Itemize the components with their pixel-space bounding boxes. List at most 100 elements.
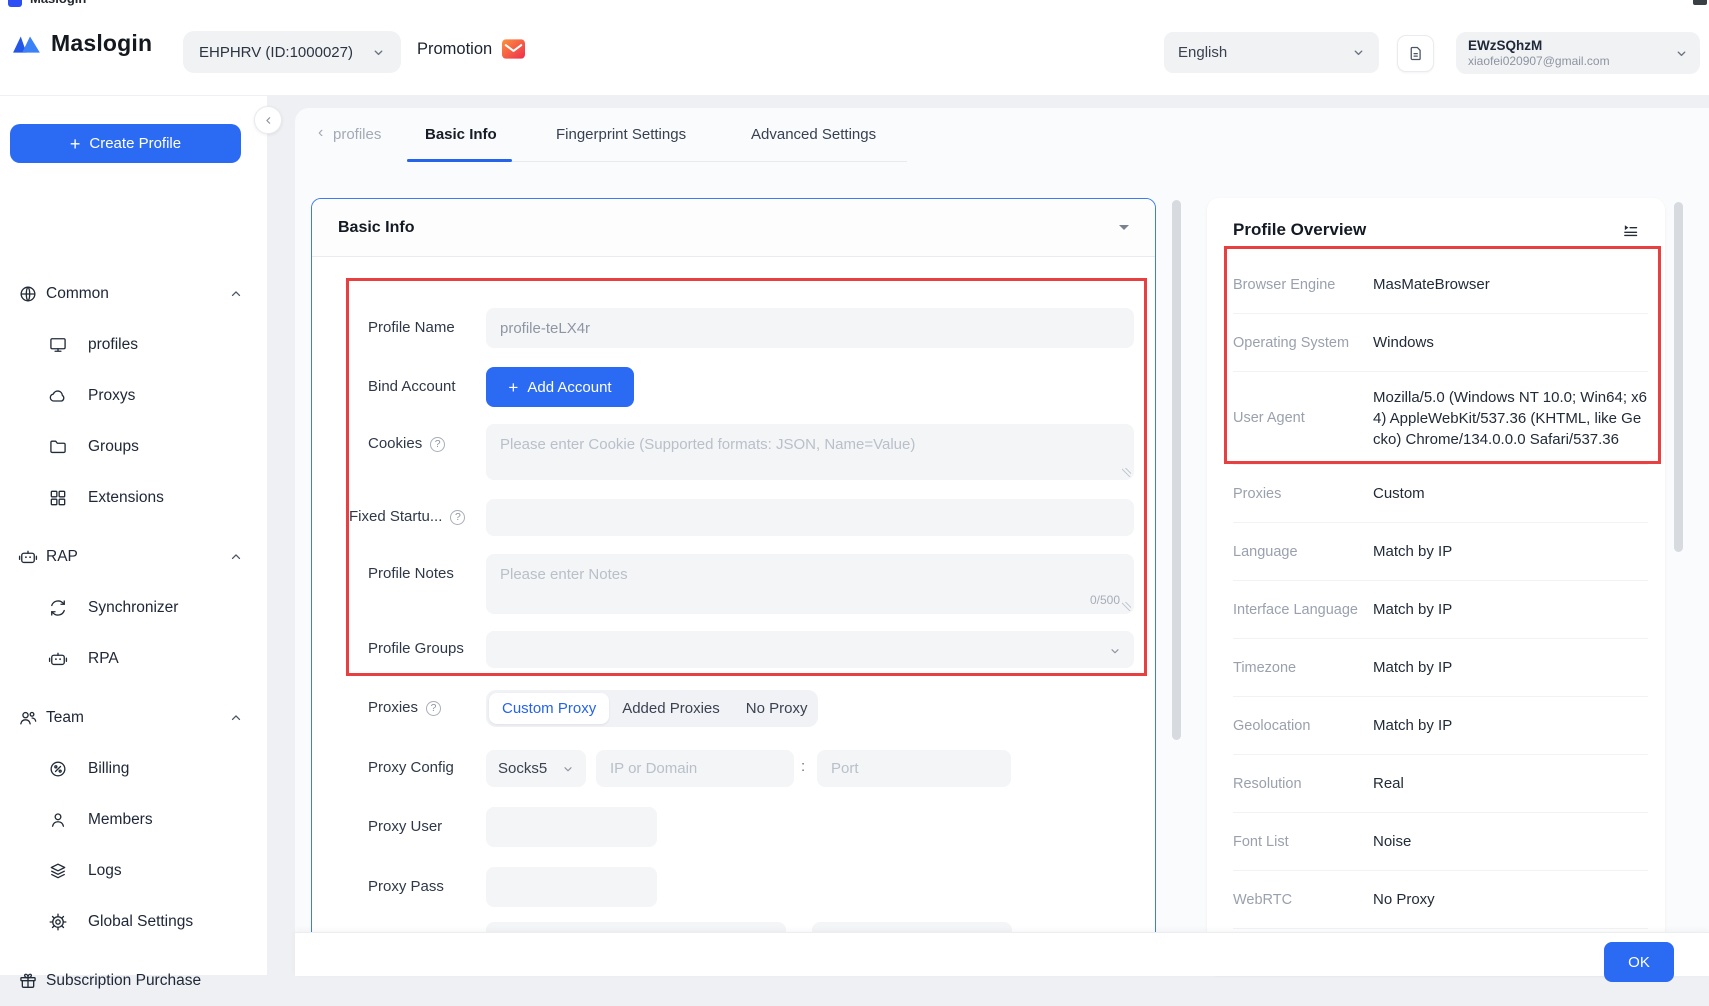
overview-row: Interface LanguageMatch by IP xyxy=(1233,581,1648,639)
document-button[interactable] xyxy=(1397,35,1434,72)
help-icon[interactable]: ? xyxy=(430,437,445,452)
fixed-startup-label: Fixed Startu...? xyxy=(349,507,465,527)
sidebar-item-global-settings[interactable]: Global Settings xyxy=(0,896,267,947)
panel-options-icon[interactable] xyxy=(1622,222,1639,239)
proxy-pass-label: Proxy Pass xyxy=(368,877,444,897)
sidebar-item-label: Members xyxy=(88,811,243,829)
window-titlebar: Maslogin xyxy=(0,0,1709,8)
sidebar-item-label: Extensions xyxy=(88,489,243,507)
proxy-port-field[interactable] xyxy=(817,750,1011,787)
language-selector[interactable]: English xyxy=(1164,32,1379,73)
create-profile-button[interactable]: + Create Profile xyxy=(10,124,241,163)
profile-overview-title: Profile Overview xyxy=(1233,220,1366,240)
sidebar-item-proxys[interactable]: Proxys xyxy=(0,370,267,421)
sidebar-section-team[interactable]: Team xyxy=(0,692,267,743)
overview-row: ResolutionReal xyxy=(1233,755,1648,813)
chevron-left-icon xyxy=(263,115,274,126)
sidebar-collapse-button[interactable] xyxy=(254,106,282,134)
promotion-envelope-icon xyxy=(502,39,525,59)
sidebar-item-label: Billing xyxy=(88,760,243,778)
workspace-selector[interactable]: EHPHRV (ID:1000027) xyxy=(183,31,401,73)
cookies-field[interactable] xyxy=(486,424,1134,480)
overview-row: User AgentMozilla/5.0 (Windows NT 10.0; … xyxy=(1233,372,1648,465)
sidebar-item-synchronizer[interactable]: Synchronizer xyxy=(0,582,267,633)
sidebar-item-subscription-purchase[interactable]: Subscription Purchase xyxy=(0,955,267,1006)
overview-row-value: Windows xyxy=(1373,332,1648,353)
overview-row: Browser EngineMasMateBrowser xyxy=(1233,256,1648,314)
language-label: English xyxy=(1178,44,1227,61)
chevron-down-icon xyxy=(1109,645,1121,657)
sidebar-item-extensions[interactable]: Extensions xyxy=(0,472,267,523)
profile-name-input[interactable] xyxy=(486,308,1134,348)
user-account-menu[interactable]: EWzSQhzM xiaofei020907@gmail.com xyxy=(1456,32,1700,74)
menu-gap xyxy=(0,523,267,531)
add-account-button[interactable]: + Add Account xyxy=(486,367,634,407)
profile-notes-textarea[interactable] xyxy=(486,554,1134,614)
profile-groups-select[interactable] xyxy=(486,631,1134,668)
cookies-label: Cookies? xyxy=(368,434,445,454)
proxy-port-input[interactable] xyxy=(817,750,1011,787)
overview-row-label: User Agent xyxy=(1233,410,1373,426)
profile-notes-field[interactable]: 0/500 xyxy=(486,554,1134,614)
brand: Maslogin xyxy=(12,30,152,57)
proxy-tab-custom-proxy[interactable]: Custom Proxy xyxy=(489,693,609,724)
sidebar-item-label: RPA xyxy=(88,650,243,668)
profile-name-field[interactable] xyxy=(486,308,1134,348)
team-icon xyxy=(18,708,38,728)
resize-handle-icon[interactable] xyxy=(1122,602,1131,611)
chevron-up-icon xyxy=(229,287,243,301)
robot-icon xyxy=(18,547,38,567)
ok-button[interactable]: OK xyxy=(1604,942,1674,982)
cookies-textarea[interactable] xyxy=(486,424,1134,480)
breadcrumb-back-profiles[interactable]: profiles xyxy=(333,126,381,143)
fixed-startup-field[interactable] xyxy=(486,499,1134,536)
overview-row-label: Geolocation xyxy=(1233,718,1373,734)
proxy-user-label: Proxy User xyxy=(368,817,442,837)
overview-row-value: Noise xyxy=(1373,831,1648,852)
fixed-startup-input[interactable] xyxy=(486,499,1134,536)
workspace-label: EHPHRV (ID:1000027) xyxy=(199,44,353,61)
panel-title: Basic Info xyxy=(338,219,414,237)
page-scrollbar[interactable] xyxy=(1674,202,1683,552)
tab-advanced-settings[interactable]: Advanced Settings xyxy=(751,126,876,143)
sidebar-item-logs[interactable]: Logs xyxy=(0,845,267,896)
back-chevron-icon[interactable]: ‹ xyxy=(318,124,323,142)
help-icon[interactable]: ? xyxy=(426,701,441,716)
plus-icon: + xyxy=(70,135,81,153)
overview-row: Font ListNoise xyxy=(1233,813,1648,871)
sidebar-item-rpa[interactable]: RPA xyxy=(0,633,267,684)
sidebar-item-billing[interactable]: Billing xyxy=(0,743,267,794)
proxy-pass-field[interactable] xyxy=(486,867,657,907)
proxy-host-input[interactable] xyxy=(596,750,794,787)
proxy-type-select[interactable]: Socks5 xyxy=(486,750,586,787)
sidebar-item-groups[interactable]: Groups xyxy=(0,421,267,472)
bind-account-label: Bind Account xyxy=(368,377,456,397)
tab-fingerprint-settings[interactable]: Fingerprint Settings xyxy=(556,126,686,143)
help-icon[interactable]: ? xyxy=(450,510,465,525)
tab-basic-info[interactable]: Basic Info xyxy=(425,126,497,143)
proxy-tab-no-proxy[interactable]: No Proxy xyxy=(733,693,821,724)
robot-icon xyxy=(48,649,68,669)
sidebar-menu: Common profiles Proxys Groups xyxy=(0,268,267,1006)
proxy-user-input[interactable] xyxy=(486,807,657,847)
main-scrollbar[interactable] xyxy=(1172,200,1181,740)
chevron-up-icon xyxy=(229,711,243,725)
top-bar: Maslogin EHPHRV (ID:1000027) Promotion E… xyxy=(0,8,1709,96)
promotion-link[interactable]: Promotion xyxy=(417,39,525,59)
proxy-tab-added-proxies[interactable]: Added Proxies xyxy=(609,693,733,724)
proxy-pass-input[interactable] xyxy=(486,867,657,907)
caret-down-icon xyxy=(1119,225,1129,235)
proxy-host-field[interactable] xyxy=(596,750,794,787)
sidebar-section-common[interactable]: Common xyxy=(0,268,267,319)
folder-icon xyxy=(48,437,68,457)
basic-info-panel-header[interactable]: Basic Info xyxy=(312,199,1155,257)
sidebar-item-profiles[interactable]: profiles xyxy=(0,319,267,370)
sidebar-section-rap[interactable]: RAP xyxy=(0,531,267,582)
host-port-colon: : xyxy=(801,758,805,775)
proxy-user-field[interactable] xyxy=(486,807,657,847)
person-icon xyxy=(48,810,68,830)
sidebar-item-label: profiles xyxy=(88,336,243,354)
resize-handle-icon[interactable] xyxy=(1122,468,1131,477)
user-email: xiaofei020907@gmail.com xyxy=(1468,54,1610,68)
sidebar-item-members[interactable]: Members xyxy=(0,794,267,845)
